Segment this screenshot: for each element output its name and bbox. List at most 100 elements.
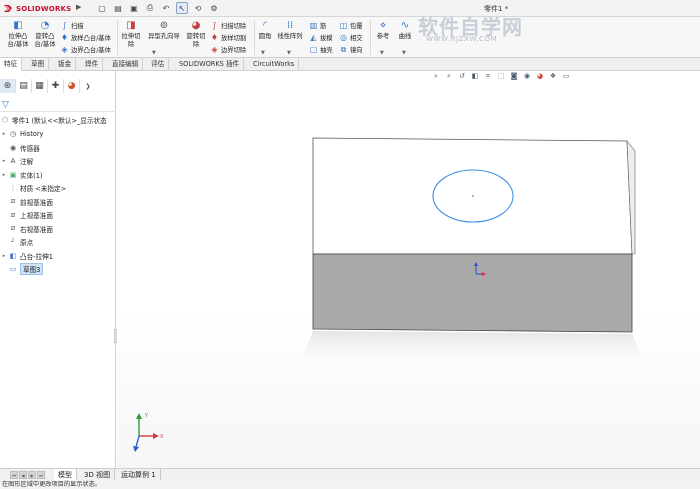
expand-arrow-icon[interactable]: ▸ xyxy=(0,172,8,178)
lofted-cut-button[interactable]: ♦ 放样切割 xyxy=(210,33,246,42)
fillet-label: 圆角 xyxy=(258,33,272,40)
shell-label: 抽壳 xyxy=(320,47,333,54)
print-icon[interactable]: ⎙ xyxy=(144,2,156,14)
select-pointer-icon[interactable]: ↖ xyxy=(176,2,188,14)
linear-pattern-label: 线性阵列 xyxy=(277,33,303,40)
draft-button[interactable]: ◭ 拔模 xyxy=(309,33,333,42)
tree-item[interactable]: ┘ 原点 xyxy=(0,236,116,248)
box-front-face[interactable] xyxy=(312,253,633,333)
expand-arrow-icon[interactable]: ▸ xyxy=(0,131,8,137)
ellipse-center-point[interactable] xyxy=(472,195,474,197)
solidworks-logo[interactable]: SOLIDWORKS xyxy=(3,2,71,15)
tab-direct-editing[interactable]: 直接编辑 xyxy=(108,58,144,71)
rib-button[interactable]: ▥ 筋 xyxy=(309,21,327,30)
undo-icon[interactable]: ↶ xyxy=(160,2,172,14)
extrude-feature-icon: ◧ xyxy=(9,251,17,260)
quick-access-toolbar: ▢ ▤ ▣ ⎙ ↶ ↖ ⟲ ⚙ xyxy=(96,2,220,14)
hole-wizard-dropdown-icon[interactable]: ▼ xyxy=(152,50,156,56)
loft-boss-button[interactable]: ♦ 放样凸台/基体 xyxy=(60,33,111,42)
tree-item[interactable]: ⧄ 前视基准面 xyxy=(0,196,116,208)
shell-button[interactable]: ▢ 抽壳 xyxy=(309,45,333,54)
curves-dropdown-icon[interactable]: ▼ xyxy=(402,50,406,56)
wrap-button[interactable]: ◫ 包覆 xyxy=(339,21,363,30)
linear-pattern-button[interactable]: ⁞⁞ 线性阵列 xyxy=(276,20,304,41)
rebuild-icon[interactable]: ⟲ xyxy=(192,2,204,14)
draft-label: 拔模 xyxy=(320,35,333,42)
configuration-manager-icon[interactable]: ▦ xyxy=(32,79,48,93)
tree-item[interactable]: ▸ ◷ History xyxy=(0,128,116,140)
tree-item[interactable]: ⧄ 右视基准面 xyxy=(0,223,116,235)
boundary-cut-button[interactable]: ◈ 边界切除 xyxy=(210,45,246,54)
tree-item-label: 草图3 xyxy=(20,263,44,275)
tree-item[interactable]: ▸ ▣ 实体(1) xyxy=(0,169,116,181)
fillet-icon: ◜ xyxy=(263,20,267,31)
fillet-dropdown-icon[interactable]: ▼ xyxy=(261,50,265,56)
open-folder-icon[interactable]: ▤ xyxy=(112,2,124,14)
swept-cut-button[interactable]: ∫ 扫描切除 xyxy=(210,21,246,30)
revolve-cut-label: 旋转切 除 xyxy=(186,33,206,48)
dimxpert-manager-icon[interactable]: ✚ xyxy=(48,79,64,93)
tab-sheet-metal[interactable]: 钣金 xyxy=(54,58,77,71)
tree-item[interactable]: ⋮ 材质 <未指定> xyxy=(0,182,116,194)
last-tab-icon[interactable]: ⏭ xyxy=(37,471,45,479)
model-canvas: Y X xyxy=(133,137,647,452)
ribbon-separator xyxy=(117,20,118,55)
curves-icon: ∿ xyxy=(400,20,410,31)
tab-weldments[interactable]: 焊件 xyxy=(81,58,104,71)
tree-item[interactable]: ▭ 草图3 xyxy=(0,263,116,275)
reference-dropdown-icon[interactable]: ▼ xyxy=(380,50,384,56)
display-manager-icon[interactable]: ◕ xyxy=(64,79,80,93)
swept-cut-label: 扫描切除 xyxy=(221,23,247,30)
revolve-cut-button[interactable]: ◕ 旋转切 除 xyxy=(185,20,207,49)
tree-item[interactable]: ▸ A 注解 xyxy=(0,155,116,167)
ds-logo-icon xyxy=(3,3,14,14)
curves-button[interactable]: ∿ 曲线 xyxy=(396,20,414,41)
fillet-button[interactable]: ◜ 圆角 xyxy=(256,20,274,41)
lofted-cut-label: 放样切割 xyxy=(221,35,247,42)
graphics-area[interactable]: ⌕ ⌕ ↺ ◧ ⌗ ⬚ ◙ ◉ ◕ ❖ ▭ Y X xyxy=(117,71,700,468)
first-tab-icon[interactable]: ⏮ xyxy=(10,471,18,479)
extrude-cut-button[interactable]: ◨ 拉伸切 除 xyxy=(120,20,142,49)
panel-divider xyxy=(0,111,116,112)
reference-geometry-button[interactable]: ⋄ 参考 xyxy=(372,20,394,41)
mirror-button[interactable]: ⧉ 镜向 xyxy=(339,45,363,55)
tree-item[interactable]: ◉ 传感器 xyxy=(0,142,116,154)
rib-label: 筋 xyxy=(320,23,327,30)
hole-wizard-button[interactable]: ⊚ 异型孔向导 xyxy=(145,20,183,41)
expand-arrow-icon[interactable]: ▸ xyxy=(0,253,8,259)
tree-item[interactable]: ▸ ◧ 凸台-拉伸1 xyxy=(0,250,116,262)
tab-sketch[interactable]: 草图 xyxy=(27,58,50,71)
menu-expand-icon[interactable]: ▶ xyxy=(76,3,81,11)
axis-triad: Y X xyxy=(133,413,164,452)
filter-icon[interactable]: ▽ xyxy=(2,100,9,110)
loft-boss-label: 放样凸台/基体 xyxy=(71,35,111,42)
sketch-icon: ▭ xyxy=(9,265,17,273)
rib-icon: ▥ xyxy=(309,21,318,30)
sweep-button[interactable]: ∫ 扫描 xyxy=(60,21,83,30)
tree-root-part[interactable]: ⬡ 零件1 (默认<<默认>_显示状态 xyxy=(0,114,116,126)
revolve-boss-button[interactable]: ◔ 旋转凸 台/基体 xyxy=(31,20,59,49)
prev-tab-icon[interactable]: ◀ xyxy=(19,471,27,479)
tab-solidworks-addins[interactable]: SOLIDWORKS 插件 xyxy=(175,58,245,71)
tab-evaluate[interactable]: 评估 xyxy=(147,58,170,71)
next-tab-icon[interactable]: ▶ xyxy=(28,471,36,479)
intersect-icon: ◎ xyxy=(340,33,347,42)
save-icon[interactable]: ▣ xyxy=(128,2,140,14)
options-gear-icon[interactable]: ⚙ xyxy=(208,2,220,14)
expand-arrow-icon[interactable]: ▸ xyxy=(0,158,8,164)
intersect-button[interactable]: ◎ 相交 xyxy=(339,33,363,42)
hole-wizard-label: 异型孔向导 xyxy=(148,33,180,40)
pattern-dropdown-icon[interactable]: ▼ xyxy=(287,50,291,56)
tree-item-label: 右视基准面 xyxy=(20,225,53,234)
new-document-icon[interactable]: ▢ xyxy=(96,2,108,14)
ribbon-separator xyxy=(254,20,255,55)
tab-features[interactable]: 特征 xyxy=(0,58,23,71)
property-manager-icon[interactable]: ▤ xyxy=(16,79,32,93)
boundary-boss-button[interactable]: ◈ 边界凸台/基体 xyxy=(60,45,110,54)
feature-manager-tree-icon[interactable]: ⊛ xyxy=(0,79,16,93)
wrap-label: 包覆 xyxy=(350,23,363,30)
panel-more-icon[interactable]: ❯ xyxy=(80,79,96,93)
tree-item[interactable]: ⧄ 上视基准面 xyxy=(0,209,116,221)
extrude-boss-button[interactable]: ◧ 拉伸凸 台/基体 xyxy=(3,20,33,49)
tab-circuitworks[interactable]: CircuitWorks xyxy=(249,58,300,71)
